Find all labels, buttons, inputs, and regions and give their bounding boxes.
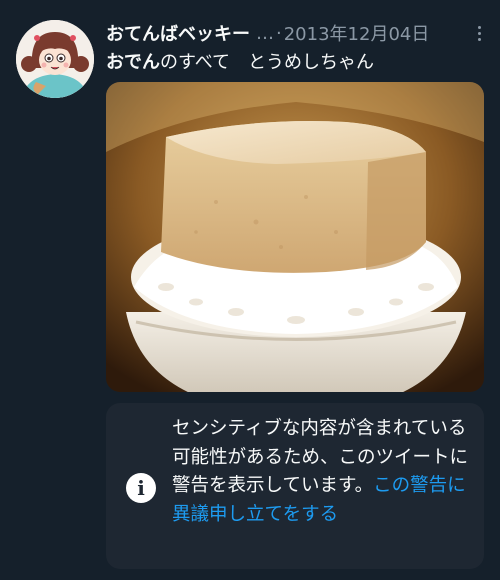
tweet-text-bold: おでん (106, 52, 160, 73)
header-separator: · (276, 22, 282, 44)
more-options-icon[interactable] (472, 21, 486, 45)
author-name[interactable]: おてんばベッキー (106, 20, 250, 46)
tweet-header: おてんばベッキー … · 2013年12月04日 (106, 20, 486, 46)
tweet-text: おでんのすべて とうめしちゃん (106, 48, 374, 74)
info-icon: i (126, 473, 156, 503)
tweet-photo[interactable] (106, 82, 484, 392)
tweet-date[interactable]: 2013年12月04日 (284, 20, 430, 46)
notice-text: センシティブな内容が含まれている可能性があるため、このツイートに警告を表示してい… (172, 415, 468, 529)
avatar-illustration (16, 20, 94, 98)
tweet-text-rest: のすべて とうめしちゃん (160, 52, 375, 73)
author-truncation: … (256, 22, 274, 44)
tofu-rice-bowl-image (106, 82, 484, 392)
sensitive-content-notice: i センシティブな内容が含まれている可能性があるため、このツイートに警告を表示し… (106, 403, 484, 569)
author-avatar[interactable] (16, 20, 94, 98)
